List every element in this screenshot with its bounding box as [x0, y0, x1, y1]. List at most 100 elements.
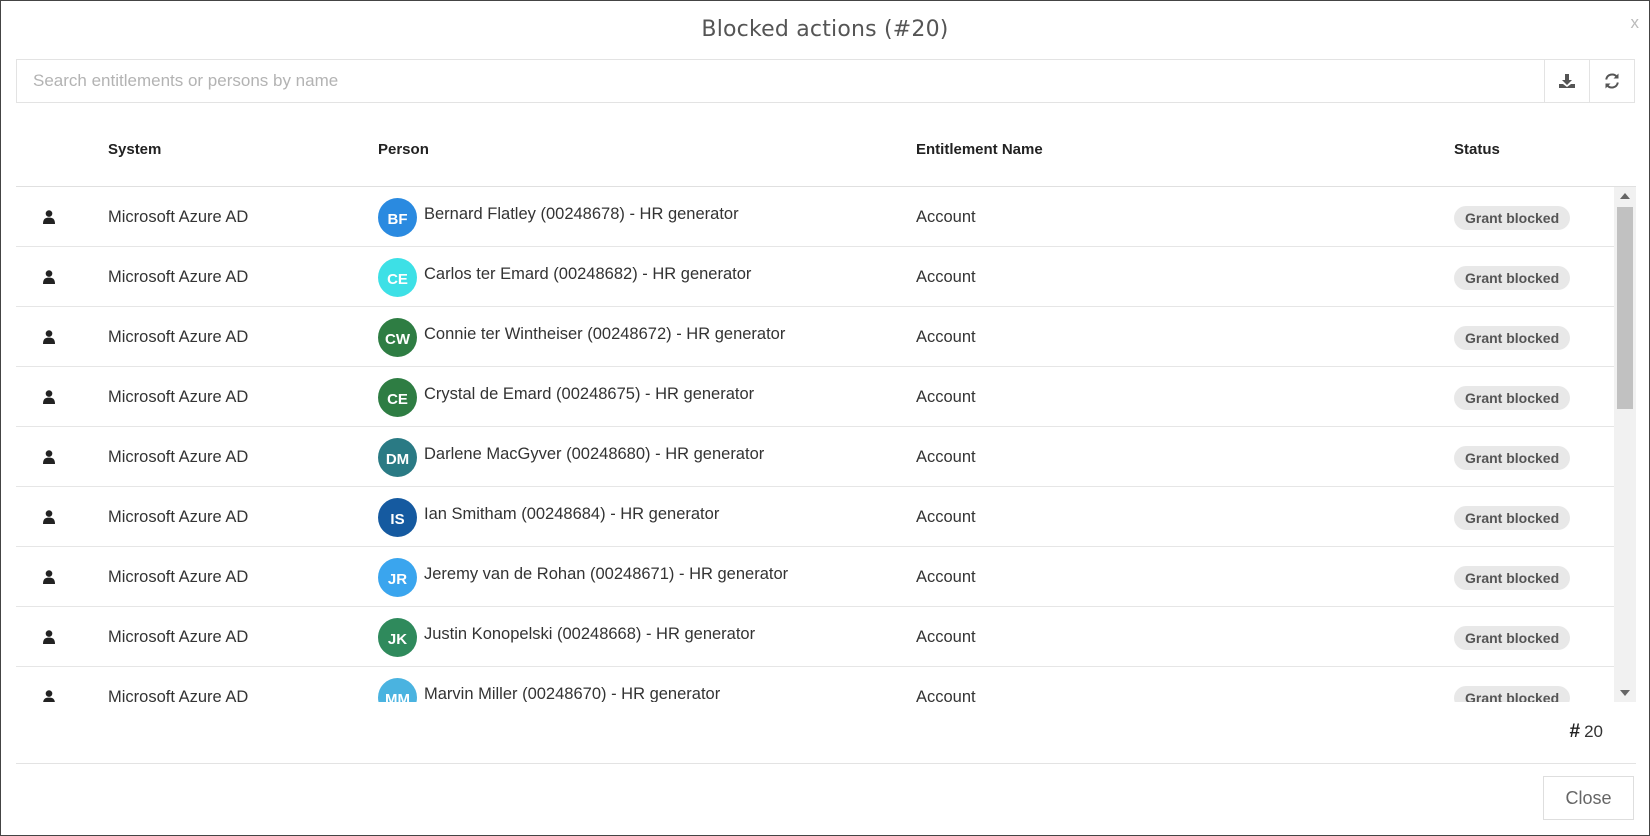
- entitlement-name: Account: [916, 627, 976, 646]
- status-badge: Grant blocked: [1454, 386, 1571, 410]
- entitlement-name: Account: [916, 447, 976, 466]
- system-cell: Microsoft Azure AD: [108, 607, 248, 667]
- avatar: MM: [378, 677, 417, 702]
- avatar: IS: [378, 497, 417, 537]
- refresh-button[interactable]: [1589, 60, 1634, 102]
- system-name: Microsoft Azure AD: [108, 507, 249, 526]
- entitlement-cell: Account: [916, 427, 976, 487]
- entitlement-cell: Account: [916, 247, 976, 307]
- entitlement-name: Account: [916, 267, 976, 286]
- download-button[interactable]: [1544, 60, 1589, 102]
- avatar: BF: [378, 197, 417, 237]
- status-badge: Grant blocked: [1454, 626, 1571, 650]
- avatar: CE: [378, 377, 417, 417]
- header-entitlement[interactable]: Entitlement Name: [916, 141, 1043, 158]
- system-cell: Microsoft Azure AD: [108, 307, 248, 367]
- person-cell[interactable]: BF Bernard Flatley (00248678) - HR gener…: [378, 187, 739, 247]
- person-type-icon: [39, 247, 59, 307]
- close-x-button[interactable]: x: [1631, 13, 1640, 33]
- person-type-icon: [39, 487, 59, 547]
- vertical-scrollbar[interactable]: [1614, 187, 1636, 702]
- system-name: Microsoft Azure AD: [108, 267, 249, 286]
- scroll-down-arrow[interactable]: [1614, 684, 1636, 702]
- person-cell[interactable]: IS Ian Smitham (00248684) - HR generator: [378, 487, 719, 547]
- result-count: # 20: [1570, 721, 1604, 743]
- scroll-thumb[interactable]: [1617, 207, 1633, 409]
- status-badge: Grant blocked: [1454, 326, 1571, 350]
- avatar: JR: [378, 557, 417, 597]
- entitlement-cell: Account: [916, 487, 976, 547]
- table-row[interactable]: Microsoft Azure AD IS Ian Smitham (00248…: [16, 487, 1614, 547]
- status-cell: Grant blocked: [1454, 247, 1571, 307]
- entitlement-cell: Account: [916, 307, 976, 367]
- close-button[interactable]: Close: [1543, 776, 1634, 820]
- header-system[interactable]: System: [108, 141, 161, 158]
- scroll-up-arrow[interactable]: [1614, 187, 1636, 205]
- search-bar: [16, 59, 1635, 103]
- person-cell[interactable]: JK Justin Konopelski (00248668) - HR gen…: [378, 607, 755, 667]
- status-badge: Grant blocked: [1454, 446, 1571, 470]
- person-type-icon: [39, 307, 59, 367]
- person-name[interactable]: Carlos ter Emard (00248682) - HR generat…: [424, 265, 751, 284]
- system-cell: Microsoft Azure AD: [108, 187, 248, 247]
- avatar: DM: [378, 437, 417, 477]
- table-row[interactable]: Microsoft Azure AD JK Justin Konopelski …: [16, 607, 1614, 667]
- status-cell: Grant blocked: [1454, 187, 1571, 247]
- table-row[interactable]: Microsoft Azure AD JR Jeremy van de Roha…: [16, 547, 1614, 607]
- person-name[interactable]: Darlene MacGyver (00248680) - HR generat…: [424, 445, 764, 464]
- search-input[interactable]: [17, 60, 1544, 102]
- person-cell[interactable]: DM Darlene MacGyver (00248680) - HR gene…: [378, 427, 764, 487]
- entitlement-name: Account: [916, 507, 976, 526]
- person-name[interactable]: Justin Konopelski (00248668) - HR genera…: [424, 625, 755, 644]
- entitlement-cell: Account: [916, 547, 976, 607]
- system-cell: Microsoft Azure AD: [108, 247, 248, 307]
- person-name[interactable]: Connie ter Wintheiser (00248672) - HR ge…: [424, 325, 785, 344]
- person-cell[interactable]: CW Connie ter Wintheiser (00248672) - HR…: [378, 307, 785, 367]
- header-person[interactable]: Person: [378, 141, 429, 158]
- system-cell: Microsoft Azure AD: [108, 487, 248, 547]
- person-cell[interactable]: MM Marvin Miller (00248670) - HR generat…: [378, 667, 720, 702]
- system-cell: Microsoft Azure AD: [108, 547, 248, 607]
- table-row[interactable]: Microsoft Azure AD CE Carlos ter Emard (…: [16, 247, 1614, 307]
- table-row[interactable]: Microsoft Azure AD CW Connie ter Winthei…: [16, 307, 1614, 367]
- table-row[interactable]: Microsoft Azure AD MM Marvin Miller (002…: [16, 667, 1614, 702]
- table-row[interactable]: Microsoft Azure AD BF Bernard Flatley (0…: [16, 187, 1614, 247]
- entitlement-name: Account: [916, 327, 976, 346]
- status-cell: Grant blocked: [1454, 307, 1571, 367]
- person-name[interactable]: Ian Smitham (00248684) - HR generator: [424, 505, 719, 524]
- person-name[interactable]: Jeremy van de Rohan (00248671) - HR gene…: [424, 565, 788, 584]
- system-cell: Microsoft Azure AD: [108, 367, 248, 427]
- person-cell[interactable]: JR Jeremy van de Rohan (00248671) - HR g…: [378, 547, 788, 607]
- system-name: Microsoft Azure AD: [108, 327, 249, 346]
- status-cell: Grant blocked: [1454, 607, 1571, 667]
- status-cell: Grant blocked: [1454, 367, 1571, 427]
- person-type-icon: [39, 667, 59, 702]
- table-body: Microsoft Azure AD BF Bernard Flatley (0…: [16, 187, 1614, 702]
- system-name: Microsoft Azure AD: [108, 567, 249, 586]
- status-cell: Grant blocked: [1454, 427, 1571, 487]
- result-count-value: 20: [1584, 722, 1603, 741]
- system-name: Microsoft Azure AD: [108, 687, 249, 703]
- entitlement-name: Account: [916, 207, 976, 226]
- person-name[interactable]: Crystal de Emard (00248675) - HR generat…: [424, 385, 754, 404]
- person-type-icon: [39, 367, 59, 427]
- avatar: CE: [378, 257, 417, 297]
- person-cell[interactable]: CE Carlos ter Emard (00248682) - HR gene…: [378, 247, 751, 307]
- table-row[interactable]: Microsoft Azure AD CE Crystal de Emard (…: [16, 367, 1614, 427]
- person-type-icon: [39, 427, 59, 487]
- status-badge: Grant blocked: [1454, 266, 1571, 290]
- system-cell: Microsoft Azure AD: [108, 427, 248, 487]
- person-name[interactable]: Marvin Miller (00248670) - HR generator: [424, 685, 720, 703]
- status-badge: Grant blocked: [1454, 506, 1571, 530]
- system-name: Microsoft Azure AD: [108, 447, 249, 466]
- table-header: System Person Entitlement Name Status: [16, 121, 1636, 187]
- person-type-icon: [39, 607, 59, 667]
- person-cell[interactable]: CE Crystal de Emard (00248675) - HR gene…: [378, 367, 754, 427]
- table-row[interactable]: Microsoft Azure AD DM Darlene MacGyver (…: [16, 427, 1614, 487]
- header-status[interactable]: Status: [1454, 141, 1500, 158]
- entitlement-name: Account: [916, 687, 976, 703]
- status-badge: Grant blocked: [1454, 566, 1571, 590]
- entitlement-cell: Account: [916, 667, 976, 703]
- person-name[interactable]: Bernard Flatley (00248678) - HR generato…: [424, 205, 739, 224]
- entitlement-name: Account: [916, 387, 976, 406]
